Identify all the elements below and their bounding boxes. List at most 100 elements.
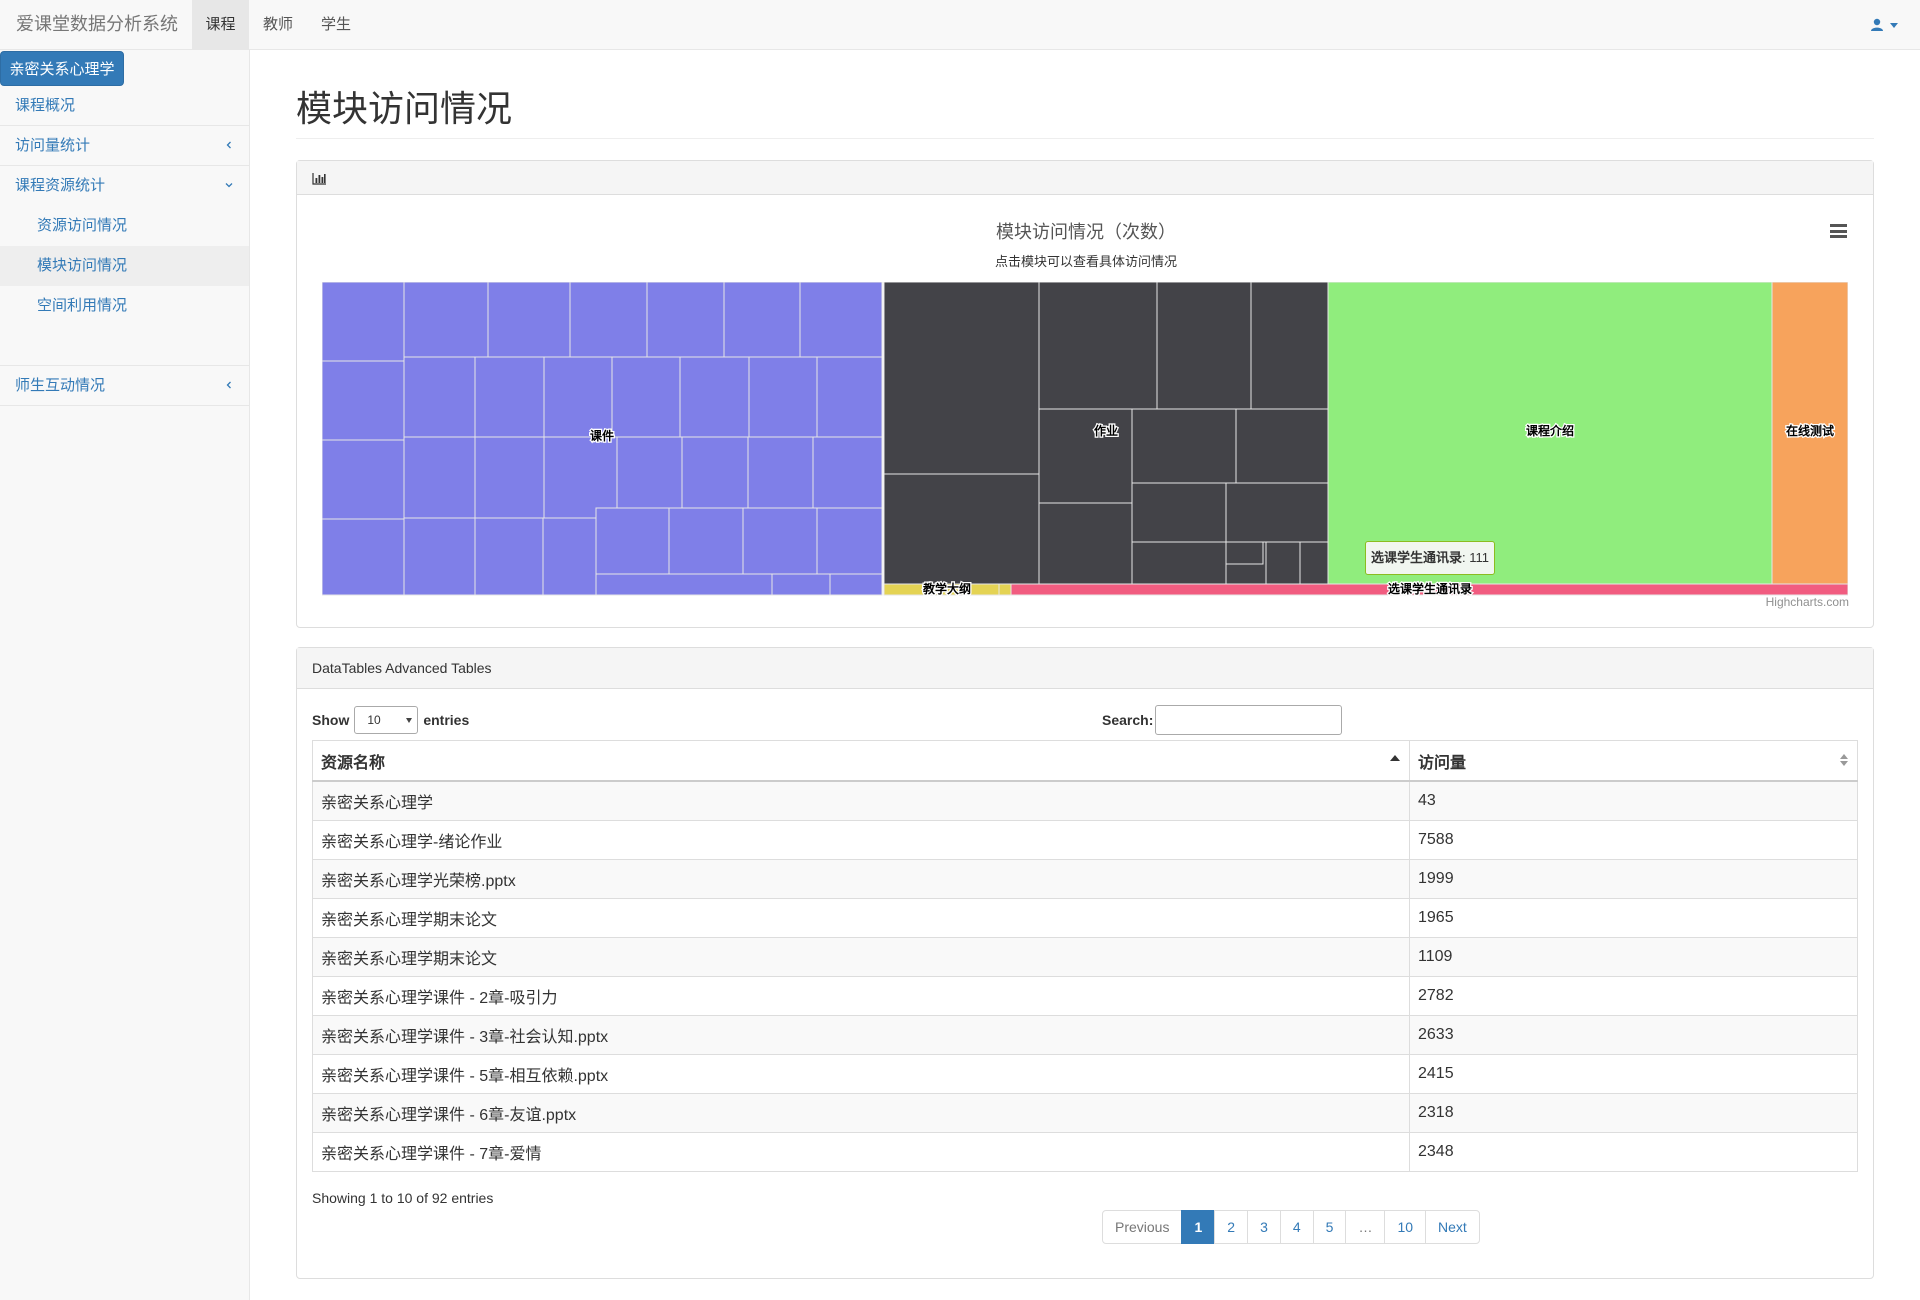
treemap-cell[interactable] — [1265, 541, 1301, 585]
treemap-cell[interactable] — [595, 573, 773, 596]
treemap-cell[interactable] — [747, 436, 814, 519]
column-header-resource-name[interactable]: 资源名称 — [312, 740, 1410, 782]
cell-resource-name: 亲密关系心理学课件 - 3章-社会认知.pptx — [312, 1015, 1410, 1055]
sidebar-item-course-overview[interactable]: 课程概况 — [0, 86, 249, 126]
tooltip-label: 选课学生通讯录 — [1370, 550, 1462, 565]
treemap-cell[interactable] — [403, 517, 476, 596]
sidebar-subnav: 资源访问情况 模块访问情况 空间利用情况 — [0, 206, 249, 366]
table-panel: DataTables Advanced Tables Show 10 entri… — [296, 647, 1874, 1279]
treemap-cell[interactable] — [1038, 408, 1133, 504]
treemap-cell[interactable] — [1038, 502, 1133, 585]
treemap-cell[interactable] — [543, 356, 613, 438]
treemap-cell[interactable] — [474, 436, 545, 519]
treemap-cell[interactable] — [611, 356, 681, 438]
brand[interactable]: 爱课堂数据分析系统 — [16, 0, 178, 50]
nav-courses[interactable]: 课程 — [192, 0, 249, 50]
page-2-button[interactable]: 2 — [1214, 1210, 1249, 1244]
table-row: 亲密关系心理学课件 - 3章-社会认知.pptx 2633 — [312, 1015, 1858, 1055]
treemap-cell[interactable] — [1131, 482, 1227, 543]
sidebar-item-interaction[interactable]: 师生互动情况 — [0, 366, 249, 406]
page-3-button[interactable]: 3 — [1247, 1210, 1281, 1244]
treemap-cell[interactable] — [474, 517, 544, 596]
treemap-cell[interactable] — [322, 282, 405, 362]
hamburger-menu-icon[interactable] — [1830, 224, 1847, 238]
treemap-cell[interactable] — [1156, 282, 1252, 410]
chart-credit-link[interactable]: Highcharts.com — [1766, 595, 1849, 609]
bar-chart-icon — [312, 173, 326, 185]
sidebar-item-resource-visits[interactable]: 资源访问情况 — [0, 206, 249, 246]
treemap-cell[interactable] — [403, 356, 476, 438]
cell-visits: 2782 — [1409, 976, 1858, 1016]
sidebar-item-label: 空间利用情况 — [37, 297, 128, 314]
divider — [296, 138, 1874, 139]
table-row: 亲密关系心理学课件 - 5章-相互依赖.pptx 2415 — [312, 1054, 1858, 1094]
table-row: 亲密关系心理学期末论文 1109 — [312, 937, 1858, 977]
treemap-chart[interactable]: 课件 作业 课程介绍 在线测试教学大纲 选课学生通讯录 — [322, 282, 1848, 597]
page-1-button[interactable]: 1 — [1181, 1210, 1216, 1244]
treemap-cell[interactable] — [1250, 282, 1329, 410]
treemap-cell[interactable] — [403, 436, 476, 519]
show-label: Show — [312, 712, 350, 728]
treemap-cell[interactable] — [569, 282, 648, 358]
treemap-cell[interactable] — [1131, 408, 1237, 484]
treemap-cell[interactable] — [829, 573, 883, 596]
page-5-button[interactable]: 5 — [1312, 1210, 1347, 1244]
treemap-label-course-intro: 课程介绍 — [1526, 423, 1574, 438]
treemap-cell[interactable] — [543, 436, 618, 519]
page-length-select[interactable]: 10 — [354, 706, 419, 734]
table-row: 亲密关系心理学课件 - 6章-友谊.pptx 2318 — [312, 1093, 1858, 1133]
table-row: 亲密关系心理学课件 - 7章-爱情 2348 — [312, 1132, 1858, 1172]
treemap-cell[interactable] — [616, 436, 683, 519]
sidebar-item-label: 课程概况 — [15, 97, 76, 114]
treemap-cell[interactable] — [595, 507, 670, 575]
treemap-cell[interactable] — [816, 507, 883, 575]
nav-students[interactable]: 学生 — [310, 0, 362, 50]
treemap-cell[interactable] — [742, 507, 818, 575]
sidebar-item-visit-stats[interactable]: 访问量统计 — [0, 126, 249, 166]
treemap-cell[interactable] — [799, 282, 883, 358]
treemap-cell[interactable] — [1131, 541, 1227, 585]
treemap-cell[interactable] — [542, 517, 597, 596]
treemap-cell[interactable] — [1225, 482, 1329, 543]
sidebar-item-space-usage[interactable]: 空间利用情况 — [0, 286, 249, 326]
length-control: Show 10 entries — [312, 705, 469, 735]
sidebar-item-module-visits[interactable]: 模块访问情况 — [0, 246, 249, 286]
treemap-cell[interactable] — [748, 356, 818, 438]
sidebar-item-resource-stats[interactable]: 课程资源统计 — [0, 166, 249, 206]
next-page-button[interactable]: Next — [1425, 1210, 1480, 1244]
treemap-cell[interactable] — [998, 583, 1012, 596]
treemap-cell[interactable] — [681, 436, 749, 519]
treemap-cell[interactable] — [322, 360, 405, 441]
treemap-cell[interactable] — [646, 282, 725, 358]
treemap-cell[interactable] — [668, 507, 744, 575]
sidebar-item-label: 课程资源统计 — [15, 177, 106, 194]
treemap-cell[interactable] — [1038, 282, 1158, 410]
course-selector[interactable]: 亲密关系心理学 — [0, 51, 124, 86]
sort-ascending-icon — [1390, 755, 1400, 761]
treemap-cell[interactable] — [812, 436, 883, 519]
treemap-cell[interactable] — [816, 356, 883, 438]
treemap-cell[interactable] — [322, 518, 405, 596]
user-menu[interactable] — [1870, 0, 1898, 50]
treemap-cell[interactable] — [403, 282, 489, 358]
previous-page-button[interactable]: Previous — [1102, 1210, 1183, 1244]
treemap-cell[interactable] — [1299, 541, 1329, 585]
treemap-cell[interactable] — [1235, 408, 1329, 484]
treemap-cell[interactable] — [679, 356, 750, 438]
nav-teachers[interactable]: 教师 — [252, 0, 304, 50]
treemap-cell[interactable] — [487, 282, 571, 358]
treemap-cell[interactable] — [771, 573, 831, 596]
treemap-cell[interactable] — [474, 356, 545, 438]
column-header-visits[interactable]: 访问量 — [1409, 740, 1858, 782]
treemap-cell[interactable] — [723, 282, 801, 358]
treemap-cell[interactable] — [1225, 541, 1264, 565]
page-4-button[interactable]: 4 — [1279, 1210, 1314, 1244]
chevron-down-icon — [1890, 22, 1898, 28]
sidebar-item-label: 资源访问情况 — [37, 217, 128, 234]
dropdown-arrow-icon — [406, 718, 413, 723]
treemap-cell[interactable] — [883, 473, 1040, 585]
search-input[interactable] — [1155, 705, 1342, 735]
treemap-cell[interactable] — [322, 439, 405, 520]
page-10-button[interactable]: 10 — [1384, 1210, 1427, 1244]
treemap-cell[interactable] — [883, 282, 1040, 475]
